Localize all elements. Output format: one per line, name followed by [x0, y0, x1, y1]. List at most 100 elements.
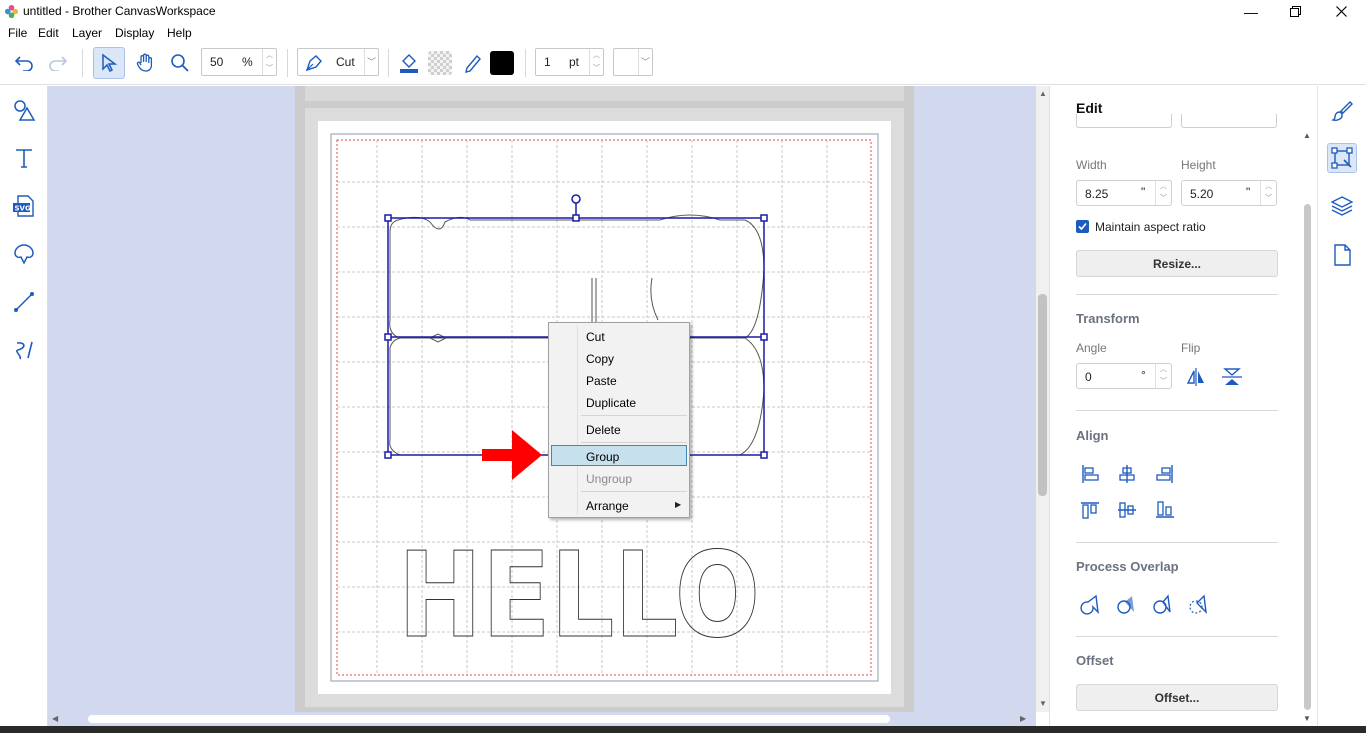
- context-menu-cut[interactable]: Cut: [586, 330, 605, 344]
- canvas-area[interactable]: HELLO: [48, 86, 1036, 712]
- line-width-field[interactable]: 1 pt ︿ ﹀: [535, 48, 604, 76]
- restore-button[interactable]: [1272, 0, 1318, 23]
- cut-out-icon[interactable]: [1115, 594, 1137, 616]
- line-style-dropdown[interactable]: ﹀: [613, 48, 653, 76]
- minimize-button[interactable]: —: [1228, 0, 1274, 23]
- scroll-up-icon[interactable]: ▲: [1303, 131, 1311, 140]
- align-bottom-icon[interactable]: [1154, 499, 1176, 521]
- toolbar-separator: [82, 49, 83, 77]
- context-menu-delete[interactable]: Delete: [586, 423, 621, 437]
- edit-transform-icon[interactable]: [1327, 143, 1357, 173]
- angle-field[interactable]: 0 ° ︿ ﹀: [1076, 363, 1172, 389]
- zoom-tool-icon[interactable]: [164, 47, 196, 79]
- offset-heading: Offset: [1076, 653, 1114, 668]
- context-menu-copy[interactable]: Copy: [586, 352, 614, 366]
- page-settings-icon[interactable]: [1327, 240, 1357, 270]
- context-menu-duplicate[interactable]: Duplicate: [586, 396, 636, 410]
- zoom-field[interactable]: 50 % ︿ ﹀: [201, 48, 277, 76]
- scroll-right-icon[interactable]: ▶: [1020, 714, 1026, 723]
- menu-layer[interactable]: Layer: [72, 26, 102, 40]
- svg-import-icon[interactable]: SVG: [8, 190, 40, 222]
- hand-tool-icon[interactable]: [129, 47, 161, 79]
- position-y-field-partial[interactable]: [1181, 114, 1277, 128]
- horizontal-scrollbar[interactable]: ◀ ▶: [48, 712, 1036, 726]
- toolbar-separator: [388, 49, 389, 77]
- scroll-left-icon[interactable]: ◀: [52, 714, 58, 723]
- line-color-swatch[interactable]: [490, 51, 514, 75]
- flip-label: Flip: [1181, 341, 1201, 355]
- chevron-down-icon: ﹀: [364, 49, 378, 75]
- menu-help[interactable]: Help: [167, 26, 192, 40]
- weld-icon[interactable]: [1079, 594, 1101, 616]
- angle-stepper[interactable]: ︿ ﹀: [1155, 364, 1171, 388]
- angle-value: 0: [1085, 370, 1092, 384]
- undo-icon[interactable]: [8, 47, 40, 79]
- vertical-scroll-thumb[interactable]: [1038, 294, 1047, 496]
- menu-display[interactable]: Display: [115, 26, 154, 40]
- height-value: 5.20: [1190, 187, 1214, 201]
- freehand-tool-icon[interactable]: [8, 334, 40, 366]
- select-tool-icon[interactable]: [93, 47, 125, 79]
- offset-button[interactable]: Offset...: [1076, 684, 1278, 711]
- canvas-drawing[interactable]: HELLO: [48, 86, 1036, 712]
- horizontal-scroll-thumb[interactable]: [88, 715, 890, 723]
- maintain-aspect-checkbox[interactable]: [1076, 220, 1089, 233]
- align-right-icon[interactable]: [1154, 463, 1176, 485]
- redo-icon[interactable]: [42, 47, 74, 79]
- align-middle-vertical-icon[interactable]: [1116, 499, 1138, 521]
- exclude-icon[interactable]: [1187, 594, 1209, 616]
- height-field[interactable]: 5.20 " ︿ ﹀: [1181, 180, 1277, 206]
- toolbar-separator: [525, 49, 526, 77]
- chevron-down-icon: ﹀: [638, 49, 652, 75]
- resize-button[interactable]: Resize...: [1076, 250, 1278, 277]
- menu-edit[interactable]: Edit: [38, 26, 59, 40]
- section-divider: [1076, 294, 1278, 295]
- toolbar-separator: [287, 49, 288, 77]
- vertical-scrollbar[interactable]: ▲ ▼: [1036, 86, 1049, 712]
- toolbar: 50 % ︿ ﹀ Cut ﹀ 1 pt ︿ ﹀ ﹀: [0, 43, 1366, 85]
- angle-unit: °: [1141, 368, 1146, 382]
- context-menu-paste[interactable]: Paste: [586, 374, 617, 388]
- submenu-arrow-icon: ▶: [675, 500, 682, 509]
- line-width-value: 1: [544, 55, 551, 69]
- text-tool-icon[interactable]: [8, 142, 40, 174]
- flip-horizontal-icon[interactable]: [1185, 366, 1207, 388]
- width-stepper[interactable]: ︿ ﹀: [1155, 181, 1171, 205]
- height-stepper[interactable]: ︿ ﹀: [1260, 181, 1276, 205]
- line-width-stepper[interactable]: ︿ ﹀: [589, 49, 603, 75]
- close-button[interactable]: [1318, 0, 1364, 23]
- layers-icon[interactable]: [1327, 191, 1357, 221]
- title-bar: untitled - Brother CanvasWorkspace —: [0, 0, 1366, 23]
- zoom-value: 50: [210, 55, 224, 69]
- pattern-icon[interactable]: [8, 238, 40, 270]
- edit-panel-scrollbar[interactable]: ▲ ▼: [1300, 130, 1316, 726]
- scroll-down-icon[interactable]: ▼: [1039, 699, 1047, 708]
- position-x-field-partial[interactable]: [1076, 114, 1172, 128]
- align-left-icon[interactable]: [1079, 463, 1101, 485]
- fill-transparent-swatch[interactable]: [424, 47, 456, 79]
- line-color-icon[interactable]: [457, 47, 489, 79]
- context-menu-group[interactable]: Group: [586, 450, 619, 464]
- intersect-icon[interactable]: [1151, 594, 1173, 616]
- tool-palette: SVG: [0, 86, 48, 733]
- context-menu-arrange[interactable]: Arrange: [586, 499, 629, 513]
- width-field[interactable]: 8.25 " ︿ ﹀: [1076, 180, 1172, 206]
- edit-panel: Edit Width Height 8.25 " ︿ ﹀ 5.20 " ︿ ﹀ Ma…: [1049, 86, 1317, 733]
- line-tool-icon[interactable]: [8, 286, 40, 318]
- shapes-icon[interactable]: [8, 94, 40, 126]
- paint-brush-icon[interactable]: [1327, 96, 1357, 126]
- zoom-stepper[interactable]: ︿ ﹀: [262, 49, 276, 75]
- fill-color-icon[interactable]: [393, 47, 425, 79]
- maintain-aspect-label: Maintain aspect ratio: [1095, 220, 1206, 234]
- align-top-icon[interactable]: [1079, 499, 1101, 521]
- hello-text-shape[interactable]: HELLO: [398, 526, 761, 665]
- flip-vertical-icon[interactable]: [1221, 366, 1243, 388]
- menu-file[interactable]: File: [8, 26, 27, 40]
- line-width-unit: pt: [569, 55, 580, 69]
- scroll-down-icon[interactable]: ▼: [1303, 714, 1311, 723]
- scroll-up-icon[interactable]: ▲: [1039, 89, 1047, 98]
- mode-dropdown[interactable]: Cut ﹀: [297, 48, 379, 76]
- edit-panel-scroll-thumb[interactable]: [1304, 204, 1311, 710]
- mode-label: Cut: [336, 55, 355, 69]
- align-center-horizontal-icon[interactable]: [1116, 463, 1138, 485]
